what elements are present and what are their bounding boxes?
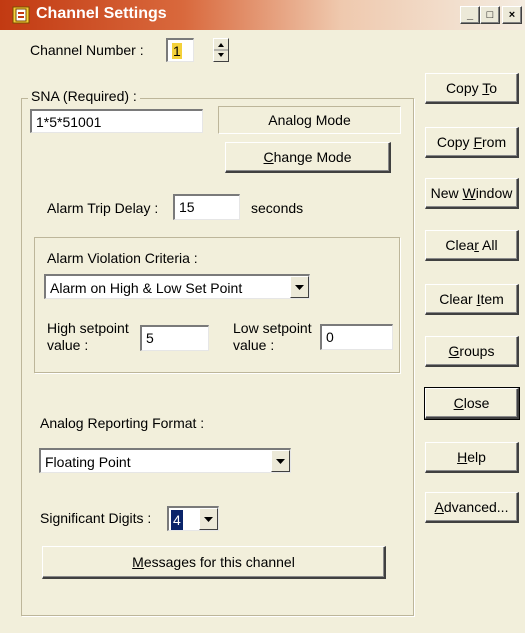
- channel-number-spinner[interactable]: [213, 38, 229, 62]
- high-setpoint-label-2: value :: [47, 337, 89, 353]
- high-setpoint-input[interactable]: 5: [140, 325, 209, 351]
- close-window-button[interactable]: ×: [502, 6, 522, 24]
- new-window-button[interactable]: New Window: [425, 178, 519, 209]
- maximize-icon: □: [486, 9, 494, 21]
- minimize-icon: _: [466, 9, 474, 21]
- channel-number-input[interactable]: 1: [166, 38, 194, 62]
- window-title: Channel Settings: [36, 5, 167, 22]
- violation-criteria-value: Alarm on High & Low Set Point: [50, 280, 243, 296]
- messages-for-channel-button[interactable]: Messages for this channel: [42, 546, 386, 579]
- channel-number-label: Channel Number :: [30, 42, 144, 58]
- chevron-down-icon[interactable]: [290, 276, 309, 298]
- maximize-button[interactable]: □: [480, 6, 500, 24]
- reporting-format-value: Floating Point: [45, 454, 131, 470]
- low-setpoint-label: Low setpoint: [233, 320, 312, 336]
- channel-number-value: 1: [172, 43, 182, 59]
- copy-to-button[interactable]: Copy To: [425, 73, 519, 104]
- title-bar[interactable]: Channel Settings _ □ ×: [0, 0, 525, 30]
- chevron-down-icon[interactable]: [199, 508, 218, 530]
- alarm-trip-delay-label: Alarm Trip Delay :: [47, 200, 159, 216]
- reporting-format-select[interactable]: Floating Point: [39, 448, 291, 473]
- significant-digits-select[interactable]: 4: [167, 506, 219, 531]
- low-setpoint-label-2: value :: [233, 337, 275, 353]
- advanced-button[interactable]: Advanced...: [425, 492, 519, 523]
- violation-criteria-label: Alarm Violation Criteria :: [47, 250, 198, 266]
- help-button[interactable]: Help: [425, 442, 519, 473]
- minimize-button[interactable]: _: [460, 6, 480, 24]
- clear-item-button[interactable]: Clear Item: [425, 284, 519, 315]
- seconds-label: seconds: [251, 200, 304, 216]
- reporting-format-label: Analog Reporting Format :: [40, 415, 205, 431]
- clear-all-button[interactable]: Clear All: [425, 230, 519, 261]
- sna-input[interactable]: 1*5*51001: [30, 109, 203, 133]
- groups-button[interactable]: Groups: [425, 336, 519, 367]
- low-setpoint-input[interactable]: 0: [320, 324, 393, 350]
- chevron-down-icon[interactable]: [271, 450, 290, 472]
- significant-digits-value: 4: [171, 510, 183, 530]
- change-mode-button[interactable]: Change Mode: [225, 142, 391, 173]
- sna-group-label: SNA (Required) :: [28, 88, 140, 104]
- high-setpoint-label: High setpoint: [47, 320, 129, 336]
- close-button[interactable]: Close: [424, 387, 520, 420]
- spin-arrows-icon: [214, 43, 228, 57]
- copy-from-button[interactable]: Copy From: [425, 127, 519, 158]
- close-icon: ×: [508, 9, 516, 21]
- app-icon: [12, 6, 30, 24]
- significant-digits-label: Significant Digits :: [40, 510, 152, 526]
- alarm-trip-delay-input[interactable]: 15: [173, 194, 240, 220]
- mode-display: Analog Mode: [218, 106, 401, 134]
- violation-criteria-select[interactable]: Alarm on High & Low Set Point: [44, 274, 310, 299]
